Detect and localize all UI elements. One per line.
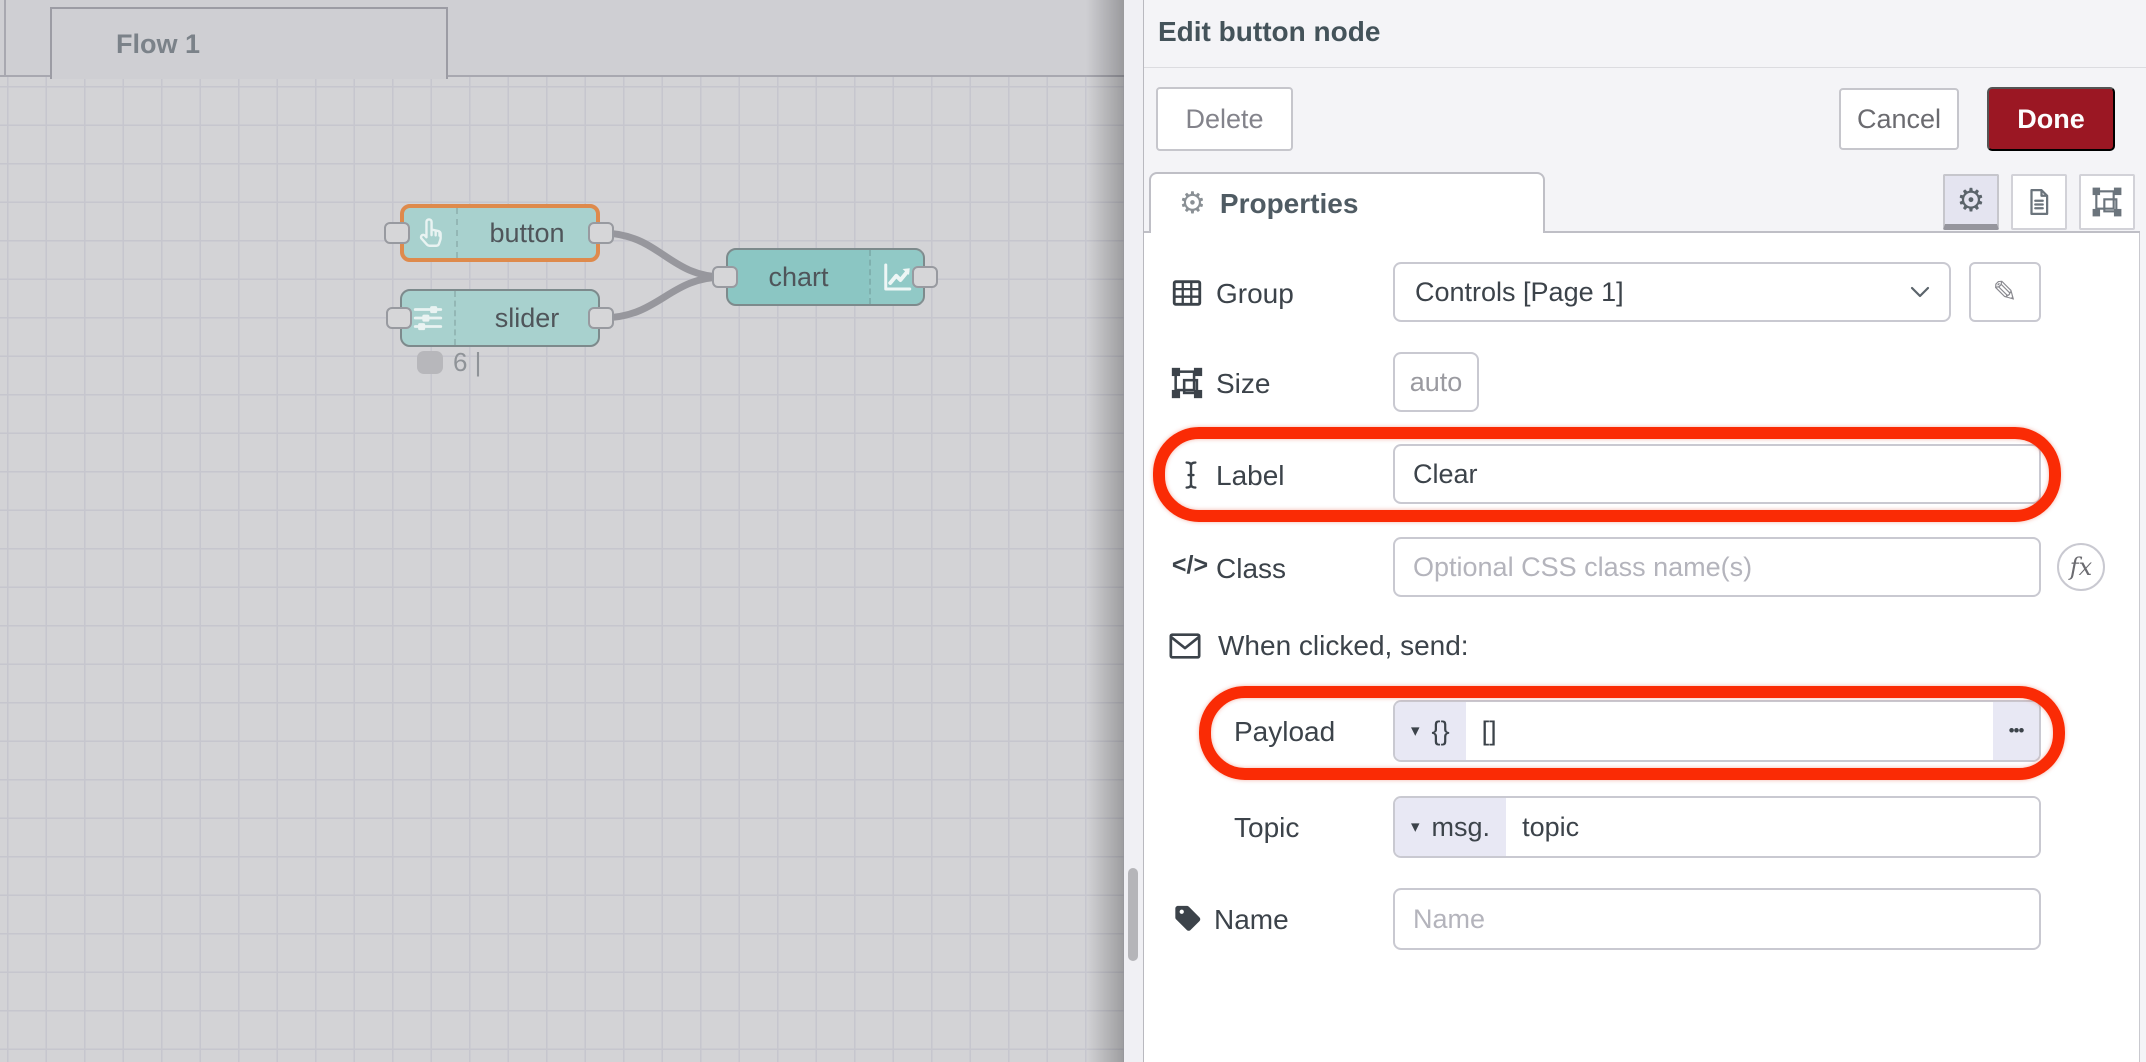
json-type-icon: {} (1432, 716, 1450, 747)
group-row-label: Group (1216, 278, 1294, 310)
fx-icon: fx (2070, 553, 2092, 581)
node-slider-input-port[interactable] (386, 307, 412, 329)
tag-icon (1172, 902, 1212, 934)
tray-shadow (1086, 0, 1124, 1062)
canvas-scrollbar (1124, 0, 1143, 1062)
properties-tab-label: Properties (1220, 188, 1359, 220)
node-slider-label: slider (456, 291, 598, 345)
when-clicked-heading: When clicked, send: (1168, 630, 1469, 662)
topic-value-input[interactable] (1506, 798, 2039, 856)
wire-button-to-chart[interactable] (601, 233, 724, 277)
description-section-button[interactable] (2011, 174, 2067, 230)
tray-title: Edit button node (1158, 16, 1380, 48)
node-button-output-port[interactable] (588, 222, 614, 244)
topic-typed-input: ▾ msg. (1393, 796, 2041, 858)
topic-row-label: Topic (1234, 812, 1299, 844)
object-group-icon (1170, 366, 1210, 400)
object-group-icon (2091, 186, 2123, 218)
code-icon: </> (1166, 551, 1214, 580)
appearance-section-button[interactable] (2079, 174, 2135, 230)
size-auto-button[interactable]: auto (1393, 352, 1479, 412)
flow-tab-label: Flow 1 (116, 29, 200, 60)
node-button[interactable]: button (400, 204, 600, 262)
node-slider[interactable]: slider (400, 289, 600, 347)
cancel-button[interactable]: Cancel (1839, 88, 1959, 150)
node-slider-status: 6 | (417, 347, 481, 378)
dropdown-triangle-icon: ▾ (1411, 817, 1420, 837)
payload-typed-input: ▾ {} ••• (1393, 700, 2041, 762)
gear-icon: ⚙ (1179, 186, 1206, 221)
gear-icon: ⚙ (1957, 181, 1986, 219)
flow-tabbar: Flow 1 (0, 0, 1124, 77)
class-input[interactable] (1393, 537, 2041, 597)
node-slider-output-port[interactable] (588, 307, 614, 329)
status-text: 6 | (453, 347, 481, 378)
tabbar-divider (4, 0, 6, 77)
pencil-icon: ✎ (1992, 275, 2017, 310)
name-row-label: Name (1214, 904, 1289, 936)
delete-button[interactable]: Delete (1156, 87, 1293, 151)
topic-type-button[interactable]: ▾ msg. (1395, 798, 1506, 856)
wires-layer (0, 0, 1124, 1062)
msg-prefix: msg. (1432, 812, 1491, 843)
ellipsis-icon: ••• (2009, 721, 2024, 741)
payload-expand-button[interactable]: ••• (1993, 702, 2039, 760)
when-clicked-text: When clicked, send: (1218, 630, 1469, 662)
scrollbar-thumb[interactable] (1128, 868, 1138, 961)
payload-value-input[interactable] (1466, 702, 1993, 760)
name-input[interactable] (1393, 888, 2041, 950)
wire-slider-to-chart[interactable] (601, 277, 724, 318)
chevron-down-icon (1909, 284, 1931, 300)
group-select-value: Controls [Page 1] (1415, 277, 1624, 308)
node-chart[interactable]: chart (726, 248, 925, 306)
text-cursor-icon (1176, 458, 1216, 492)
tray-header: Edit button node (1144, 0, 2146, 68)
flow-canvas[interactable]: Flow 1 button slider (0, 0, 1124, 1062)
payload-type-button[interactable]: ▾ {} (1395, 702, 1466, 760)
size-row-label: Size (1216, 368, 1270, 400)
node-chart-output-port[interactable] (912, 266, 938, 288)
done-button[interactable]: Done (1987, 87, 2115, 151)
hand-pointer-icon (404, 208, 458, 258)
table-icon (1170, 276, 1210, 310)
node-button-label: button (458, 208, 596, 258)
tab-properties[interactable]: ⚙ Properties (1149, 172, 1545, 233)
document-icon (2024, 187, 2054, 217)
expand-expression-button[interactable]: fx (2057, 543, 2105, 591)
properties-section-button[interactable]: ⚙ (1943, 174, 1999, 230)
flow-tab[interactable]: Flow 1 (50, 7, 448, 79)
dropdown-triangle-icon: ▾ (1411, 721, 1420, 741)
node-button-input-port[interactable] (384, 222, 410, 244)
node-chart-input-port[interactable] (712, 266, 738, 288)
edit-tray: Edit button node Delete Cancel Done ⚙ Pr… (1143, 0, 2146, 1062)
label-input[interactable] (1393, 444, 2041, 504)
status-indicator-icon (417, 351, 443, 374)
envelope-icon (1168, 631, 1202, 661)
edit-group-button[interactable]: ✎ (1969, 262, 2041, 322)
payload-row-label: Payload (1234, 716, 1335, 748)
label-row-label: Label (1216, 460, 1285, 492)
class-row-label: Class (1216, 553, 1286, 585)
group-select[interactable]: Controls [Page 1] (1393, 262, 1951, 322)
node-chart-label: chart (728, 250, 869, 304)
